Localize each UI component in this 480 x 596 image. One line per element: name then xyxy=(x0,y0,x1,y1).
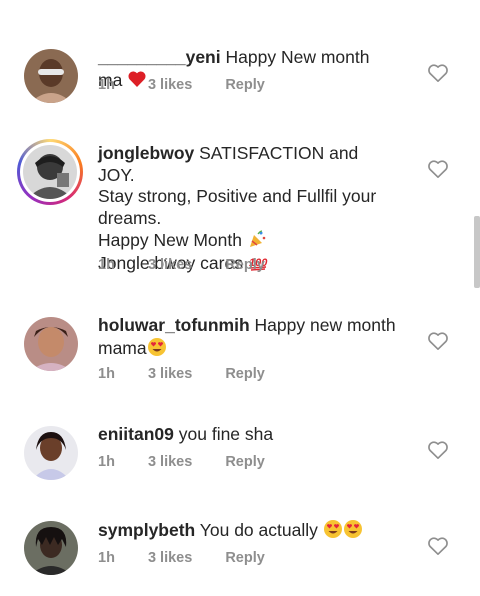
comment-line: you fine sha xyxy=(178,424,274,444)
comment-line: You do actually xyxy=(199,520,318,540)
scrollbar[interactable] xyxy=(474,216,480,288)
heart-outline-icon[interactable] xyxy=(427,440,449,460)
reply-button[interactable]: Reply xyxy=(225,550,265,566)
likes-count[interactable]: 3 likes xyxy=(148,550,192,566)
story-ring-avatar[interactable] xyxy=(17,139,83,205)
comment-time: 1h xyxy=(98,550,115,566)
comment-meta: 1h 3 likes Reply xyxy=(98,77,265,93)
comment-meta: 1h 3 likes Reply xyxy=(98,454,265,470)
comment-meta: 1h 3 likes Reply xyxy=(98,366,265,382)
comment-time: 1h xyxy=(98,257,115,273)
comment-username[interactable]: symplybeth xyxy=(98,520,195,540)
likes-count[interactable]: 3 likes xyxy=(148,454,192,470)
comment-time: 1h xyxy=(98,454,115,470)
comment-line: Stay strong, Positive and Fullfil your xyxy=(98,186,377,206)
comment-text: holuwar_tofunmih Happy new month mama xyxy=(98,315,398,359)
comment-meta: 1h 3 likes Reply xyxy=(98,257,265,273)
heart-eyes-emoji xyxy=(343,519,363,539)
comment-username[interactable]: holuwar_tofunmih xyxy=(98,315,250,335)
comment-time: 1h xyxy=(98,77,115,93)
reply-button[interactable]: Reply xyxy=(225,366,265,382)
heart-outline-icon[interactable] xyxy=(427,536,449,556)
avatar xyxy=(23,145,77,199)
reply-button[interactable]: Reply xyxy=(225,454,265,470)
comment-text: symplybeth You do actually xyxy=(98,519,398,542)
avatar[interactable] xyxy=(24,521,78,575)
comment-line: Happy New Month xyxy=(98,230,242,250)
comment-meta: 1h 3 likes Reply xyxy=(98,550,265,566)
likes-count[interactable]: 3 likes xyxy=(148,257,192,273)
comment-text: eniitan09 you fine sha xyxy=(98,424,398,446)
comment-username[interactable]: _________yeni xyxy=(98,47,221,67)
likes-count[interactable]: 3 likes xyxy=(148,77,192,93)
reply-button[interactable]: Reply xyxy=(225,77,265,93)
party-popper-emoji xyxy=(247,229,267,249)
avatar[interactable] xyxy=(24,317,78,371)
heart-outline-icon[interactable] xyxy=(427,331,449,351)
heart-eyes-emoji xyxy=(323,519,343,539)
comment-username[interactable]: eniitan09 xyxy=(98,424,174,444)
comment-line: mama xyxy=(98,337,147,358)
heart-eyes-emoji xyxy=(147,337,167,357)
avatar[interactable] xyxy=(24,426,78,480)
avatar[interactable] xyxy=(24,49,78,103)
heart-outline-icon[interactable] xyxy=(427,159,449,179)
heart-outline-icon[interactable] xyxy=(427,63,449,83)
comment-username[interactable]: jonglebwoy xyxy=(98,143,194,163)
comment-time: 1h xyxy=(98,366,115,382)
comment-text: jonglebwoy SATISFACTION and JOY. Stay st… xyxy=(98,143,398,274)
likes-count[interactable]: 3 likes xyxy=(148,366,192,382)
comment-line: Happy new month xyxy=(254,315,396,335)
comment-line: dreams. xyxy=(98,207,162,228)
reply-button[interactable]: Reply xyxy=(225,257,265,273)
